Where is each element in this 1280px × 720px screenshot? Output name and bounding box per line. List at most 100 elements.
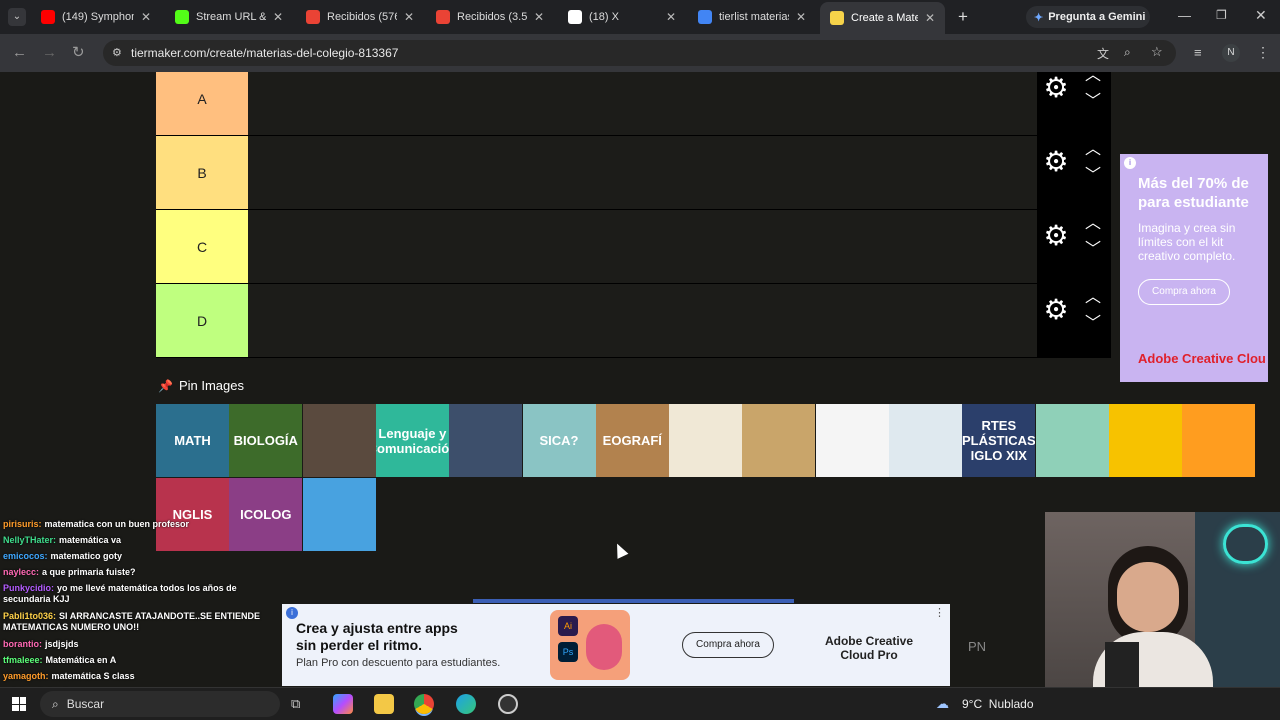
copilot-icon[interactable] [333,694,353,714]
pin-image-thumb[interactable] [742,404,816,477]
adchoices-icon[interactable]: i [286,607,298,619]
weather-text[interactable]: 9°C Nublado [962,697,1034,711]
bottom-ad[interactable]: i Crea y ajusta entre apps sin perder el… [282,604,950,686]
tier-label[interactable]: A [156,72,248,135]
profile-avatar[interactable]: N [1222,44,1240,62]
reload-button[interactable]: ↻ [72,45,85,60]
tier-row-b: B ⚙ ︿ ﹀ [156,136,1111,210]
tab-4[interactable]: Recibidos (3.59 ✕ [426,4,554,30]
tab-5[interactable]: (18) X ✕ [558,4,686,30]
chevron-up-icon[interactable]: ︿ [1083,216,1103,232]
translate-icon[interactable]: 文 [1097,45,1109,62]
tab-3[interactable]: Recibidos (576) ✕ [296,4,424,30]
zoom-icon[interactable]: ⌕ [1124,45,1131,60]
chat-username: tfmaleee: [3,655,43,665]
site-info-icon[interactable]: ⚙ [112,46,122,59]
chevron-down-icon[interactable]: ﹀ [1083,242,1103,258]
pin-image-thumb[interactable]: SICA? [522,404,596,477]
pin-image-thumb[interactable] [815,404,889,477]
tab-6[interactable]: tierlist materias ✕ [688,4,816,30]
pin-image-thumb[interactable] [302,478,376,551]
chevron-down-icon[interactable]: ﹀ [1083,316,1103,332]
tab-close-icon[interactable]: ✕ [141,10,151,24]
chevron-up-icon[interactable]: ︿ [1083,72,1103,84]
gear-icon[interactable]: ⚙ [1043,222,1069,250]
pin-images-heading: 📌 Pin Images [158,378,244,393]
tab-close-icon[interactable]: ✕ [666,10,676,24]
tier-drop-zone[interactable] [248,136,1037,209]
browser-menu-icon[interactable]: ⋮ [1256,44,1270,61]
pin-image-thumb[interactable]: MATH [156,404,229,477]
back-button[interactable]: ← [12,45,27,60]
tier-drop-zone[interactable] [248,72,1037,135]
windows-taskbar: ⌕ Buscar ⧉ ☁ 9°C Nublado [0,687,1280,720]
chevron-down-icon[interactable]: ﹀ [1083,94,1103,110]
taskbar-search-label: Buscar [66,697,105,711]
tab-7[interactable]: Create a Materia ✕ [820,2,945,34]
bookmark-star-icon[interactable]: ☆ [1151,44,1163,60]
pin-image-thumb[interactable] [669,404,743,477]
tab-close-icon[interactable]: ✕ [273,10,283,24]
taskbar-search[interactable]: ⌕ Buscar [40,691,280,717]
chat-text: jsdjsjds [45,639,79,649]
weather-icon[interactable]: ☁ [936,696,949,712]
tab-title: Recibidos (576) [327,11,397,23]
chevron-down-icon[interactable]: ﹀ [1083,168,1103,184]
bottom-ad-cta[interactable]: Compra ahora [682,632,774,658]
pin-image-thumb[interactable] [449,404,523,477]
side-ad-cta[interactable]: Compra ahora [1138,279,1230,305]
pin-image-thumb[interactable] [1182,404,1256,477]
chrome-icon[interactable] [414,694,434,714]
chat-text: matematico goty [50,551,123,561]
gear-icon[interactable]: ⚙ [1043,148,1069,176]
maximize-button[interactable]: ❐ [1216,8,1227,22]
task-view-icon[interactable]: ⧉ [291,696,300,712]
pin-image-thumb[interactable]: BIOLOGÍA [229,404,303,477]
edge-icon[interactable] [456,694,476,714]
gemini-button[interactable]: ✦ Pregunta a Gemini [1026,6,1150,28]
tab-search-icon[interactable]: ⌄ [8,8,26,26]
tab-close-icon[interactable]: ✕ [796,10,806,24]
ad-menu-icon[interactable]: ⋮ [934,606,945,619]
address-bar[interactable]: ⚙ tiermaker.com/create/materias-del-cole… [103,40,1176,66]
pin-image-thumb[interactable]: RTES PLÁSTICAS IGLO XIX [962,404,1036,477]
tab-2[interactable]: Stream URL & K ✕ [165,4,293,30]
close-window-button[interactable]: ✕ [1255,7,1267,24]
tier-drop-zone[interactable] [248,284,1037,357]
gemini-icon: ✦ [1034,11,1044,24]
tab-close-icon[interactable]: ✕ [534,10,544,24]
tab-close-icon[interactable]: ✕ [925,11,935,25]
gear-icon[interactable]: ⚙ [1043,74,1069,102]
gemini-label: Pregunta a Gemini [1048,11,1146,23]
pin-image-thumb[interactable]: Lenguaje y Comunicación [375,404,449,477]
chat-username: yamagoth: [3,671,49,681]
adchoices-icon[interactable]: i [1124,157,1136,169]
pin-image-thumb[interactable] [1108,404,1182,477]
tab-1[interactable]: (149) Symphony ✕ [31,4,161,30]
tier-label[interactable]: D [156,284,248,357]
new-tab-button[interactable]: + [958,7,968,27]
file-explorer-icon[interactable] [374,694,394,714]
minimize-button[interactable]: — [1178,8,1191,23]
tier-drop-zone[interactable] [248,210,1037,283]
tab-title: (18) X [589,11,619,23]
tab-close-icon[interactable]: ✕ [404,10,414,24]
gear-icon[interactable]: ⚙ [1043,296,1069,324]
pin-image-thumb[interactable] [889,404,962,477]
tier-label[interactable]: B [156,136,248,209]
stream-chat-overlay: pirisuris: matematica con un buen profeso… [0,517,280,711]
chevron-up-icon[interactable]: ︿ [1083,290,1103,306]
pin-image-thumb[interactable]: EOGRAFÍ [595,404,669,477]
youtube-icon [41,10,55,24]
pin-image-thumb[interactable] [1035,404,1109,477]
side-ad[interactable]: i Más del 70% de para estudiante Imagina… [1120,154,1268,382]
pin-image-thumb[interactable] [302,404,376,477]
media-control-icon[interactable]: ≡ [1194,45,1202,60]
tier-label[interactable]: C [156,210,248,283]
forward-button[interactable]: → [42,45,57,60]
windows-start-icon[interactable] [12,697,26,711]
chat-text: a que primaria fuiste? [42,567,136,577]
chevron-up-icon[interactable]: ︿ [1083,142,1103,158]
obs-icon[interactable] [498,694,518,714]
kick-icon [175,10,189,24]
